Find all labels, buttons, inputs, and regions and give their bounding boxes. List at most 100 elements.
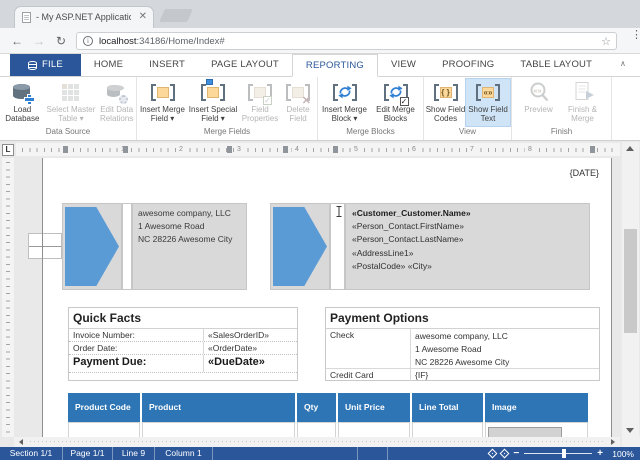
browser-window: - My ASP.NET Application ✕ ← → ↻ i local… bbox=[0, 0, 640, 460]
tab-insert[interactable]: INSERT bbox=[136, 54, 198, 76]
zoom-slider[interactable] bbox=[524, 449, 592, 458]
tab-table-layout[interactable]: TABLE LAYOUT bbox=[507, 54, 605, 76]
tab-page-layout[interactable]: PAGE LAYOUT bbox=[198, 54, 292, 76]
sender-line[interactable]: NC 28226 Awesome City bbox=[138, 233, 241, 246]
insert-merge-field-button[interactable]: Insert Merge Field ▾ bbox=[139, 79, 187, 126]
scrollbar-corner bbox=[622, 437, 640, 447]
field-properties-button[interactable]: Field Properties bbox=[240, 79, 281, 126]
merge-field[interactable]: «Person_Contact.FirstName» bbox=[352, 220, 583, 233]
insert-merge-block-button[interactable]: Insert Merge Block ▾ bbox=[320, 79, 370, 126]
text-cursor-icon bbox=[335, 205, 343, 223]
address-bar[interactable]: i localhost:34186/Home/Index# ☆ bbox=[76, 32, 617, 50]
database-plus-icon bbox=[9, 81, 35, 104]
page-info-icon[interactable]: i bbox=[83, 36, 93, 46]
load-database-button[interactable]: Load Database bbox=[0, 79, 45, 126]
merge-field[interactable]: «DueDate» bbox=[204, 355, 265, 372]
merge-field[interactable]: {IF} bbox=[411, 369, 428, 381]
zoom-in-button[interactable]: + bbox=[597, 448, 603, 459]
sender-address-cell[interactable]: awesome company, LLC 1 Awesome Road NC 2… bbox=[132, 203, 247, 290]
field-label[interactable]: Check bbox=[326, 329, 411, 368]
fit-width-icon[interactable] bbox=[488, 449, 498, 459]
tab-stop-selector[interactable]: L bbox=[2, 144, 14, 156]
spacer-cell[interactable] bbox=[122, 203, 132, 290]
show-field-codes-button[interactable]: { } Show Field Codes bbox=[425, 79, 466, 126]
arrow-shape-cell[interactable] bbox=[62, 203, 122, 290]
tab-view[interactable]: VIEW bbox=[378, 54, 429, 76]
bookmark-star-icon[interactable]: ☆ bbox=[601, 35, 611, 49]
new-tab-button[interactable] bbox=[159, 9, 193, 22]
browser-menu-icon[interactable]: ⋮ bbox=[631, 33, 635, 38]
merge-field[interactable]: «OrderDate» bbox=[204, 342, 257, 354]
column-header[interactable]: Image bbox=[485, 393, 588, 422]
show-field-text-button[interactable]: «» Show Field Text bbox=[466, 79, 510, 126]
vertical-scroll-thumb[interactable] bbox=[624, 229, 637, 333]
scroll-down-icon[interactable] bbox=[626, 428, 634, 433]
merge-field[interactable]: «PostalCode» «City» bbox=[352, 260, 583, 273]
status-column: Column 1 bbox=[155, 447, 213, 460]
payment-options-title[interactable]: Payment Options bbox=[326, 308, 599, 329]
ribbon-collapse-icon[interactable]: ∧ bbox=[620, 59, 628, 67]
scroll-right-icon[interactable] bbox=[611, 439, 615, 445]
sender-line[interactable]: awesome company, LLC bbox=[138, 207, 241, 220]
forward-icon[interactable]: → bbox=[30, 32, 48, 50]
document-page[interactable]: {DATE} awesome company, LLC 1 Awesome Ro… bbox=[42, 158, 612, 437]
quick-facts-section[interactable]: Quick Facts Invoice Number: «SalesOrderI… bbox=[68, 307, 298, 381]
image-placeholder bbox=[488, 427, 562, 437]
browser-tab[interactable]: - My ASP.NET Application ✕ bbox=[14, 6, 154, 28]
edit-merge-blocks-button[interactable]: Edit Merge Blocks bbox=[370, 79, 422, 126]
zoom-level: 100% bbox=[608, 449, 634, 459]
blue-arrow-shape bbox=[65, 207, 119, 286]
ruler-column-marker[interactable] bbox=[283, 146, 288, 153]
field-label[interactable]: Credit Card bbox=[326, 369, 411, 381]
date-merge-field[interactable]: {DATE} bbox=[570, 168, 599, 178]
column-header[interactable]: Unit Price bbox=[338, 393, 410, 422]
zoom-slider-handle[interactable] bbox=[562, 449, 566, 458]
delete-field-button[interactable]: Delete Field bbox=[281, 79, 316, 126]
check-address[interactable]: awesome company, LLC 1 Awesome Road NC 2… bbox=[411, 329, 509, 368]
ruler-column-marker[interactable] bbox=[227, 146, 232, 153]
back-icon[interactable]: ← bbox=[8, 32, 26, 50]
field-label[interactable]: Order Date: bbox=[69, 342, 204, 354]
sender-line[interactable]: 1 Awesome Road bbox=[138, 220, 241, 233]
tab-file[interactable]: FILE bbox=[10, 54, 81, 76]
tab-close-icon[interactable]: ✕ bbox=[139, 11, 147, 23]
tab-proofing[interactable]: PROOFING bbox=[429, 54, 507, 76]
merge-field[interactable]: «Customer_Customer.Name» bbox=[352, 207, 583, 220]
merge-field[interactable]: «SalesOrderID» bbox=[204, 329, 269, 341]
zoom-out-button[interactable]: − bbox=[513, 448, 519, 459]
field-label[interactable]: Invoice Number: bbox=[69, 329, 204, 341]
preview-button[interactable]: «» Preview bbox=[518, 79, 560, 126]
column-header[interactable]: Product Code bbox=[68, 393, 140, 422]
product-table-header[interactable]: Product Code Product Qty Unit Price Line… bbox=[68, 393, 588, 422]
browser-tab-strip: - My ASP.NET Application ✕ bbox=[0, 0, 640, 28]
arrow-shape-cell[interactable] bbox=[270, 203, 330, 290]
field-label[interactable]: Payment Due: bbox=[69, 355, 204, 372]
column-header[interactable]: Line Total bbox=[412, 393, 483, 422]
merge-field[interactable]: «Person_Contact.LastName» bbox=[352, 233, 583, 246]
horizontal-scrollbar[interactable] bbox=[14, 437, 620, 447]
ruler-column-marker[interactable] bbox=[333, 146, 338, 153]
select-master-table-button[interactable]: Select Master Table ▾ bbox=[45, 79, 98, 126]
edit-data-relations-button[interactable]: Edit Data Relations bbox=[97, 79, 136, 126]
tab-reporting[interactable]: REPORTING bbox=[292, 54, 378, 77]
recipient-fields-cell[interactable]: «Customer_Customer.Name» «Person_Contact… bbox=[345, 203, 590, 290]
ruler-indent-marker[interactable] bbox=[63, 146, 68, 153]
ruler-indent-marker[interactable] bbox=[590, 146, 595, 153]
vertical-scrollbar[interactable] bbox=[622, 142, 639, 437]
merge-block-sync-icon bbox=[332, 81, 358, 104]
merge-field[interactable]: «AddressLine1» bbox=[352, 247, 583, 260]
scroll-left-icon[interactable] bbox=[19, 439, 23, 445]
column-header[interactable]: Qty bbox=[297, 393, 336, 422]
scroll-up-icon[interactable] bbox=[626, 146, 634, 151]
quick-facts-title[interactable]: Quick Facts bbox=[69, 308, 297, 329]
fit-page-icon[interactable] bbox=[500, 449, 510, 459]
field-check-icon bbox=[247, 81, 273, 104]
finish-merge-button[interactable]: Finish & Merge bbox=[560, 79, 606, 126]
tab-home[interactable]: HOME bbox=[81, 54, 136, 76]
ruler-column-marker[interactable] bbox=[123, 146, 128, 153]
reload-icon[interactable]: ↻ bbox=[52, 32, 70, 50]
insert-special-field-button[interactable]: Insert Special Field ▾ bbox=[187, 79, 240, 126]
preview-magnifier-icon: «» bbox=[526, 81, 552, 104]
payment-options-section[interactable]: Payment Options Check awesome company, L… bbox=[325, 307, 600, 381]
column-header[interactable]: Product bbox=[142, 393, 295, 422]
